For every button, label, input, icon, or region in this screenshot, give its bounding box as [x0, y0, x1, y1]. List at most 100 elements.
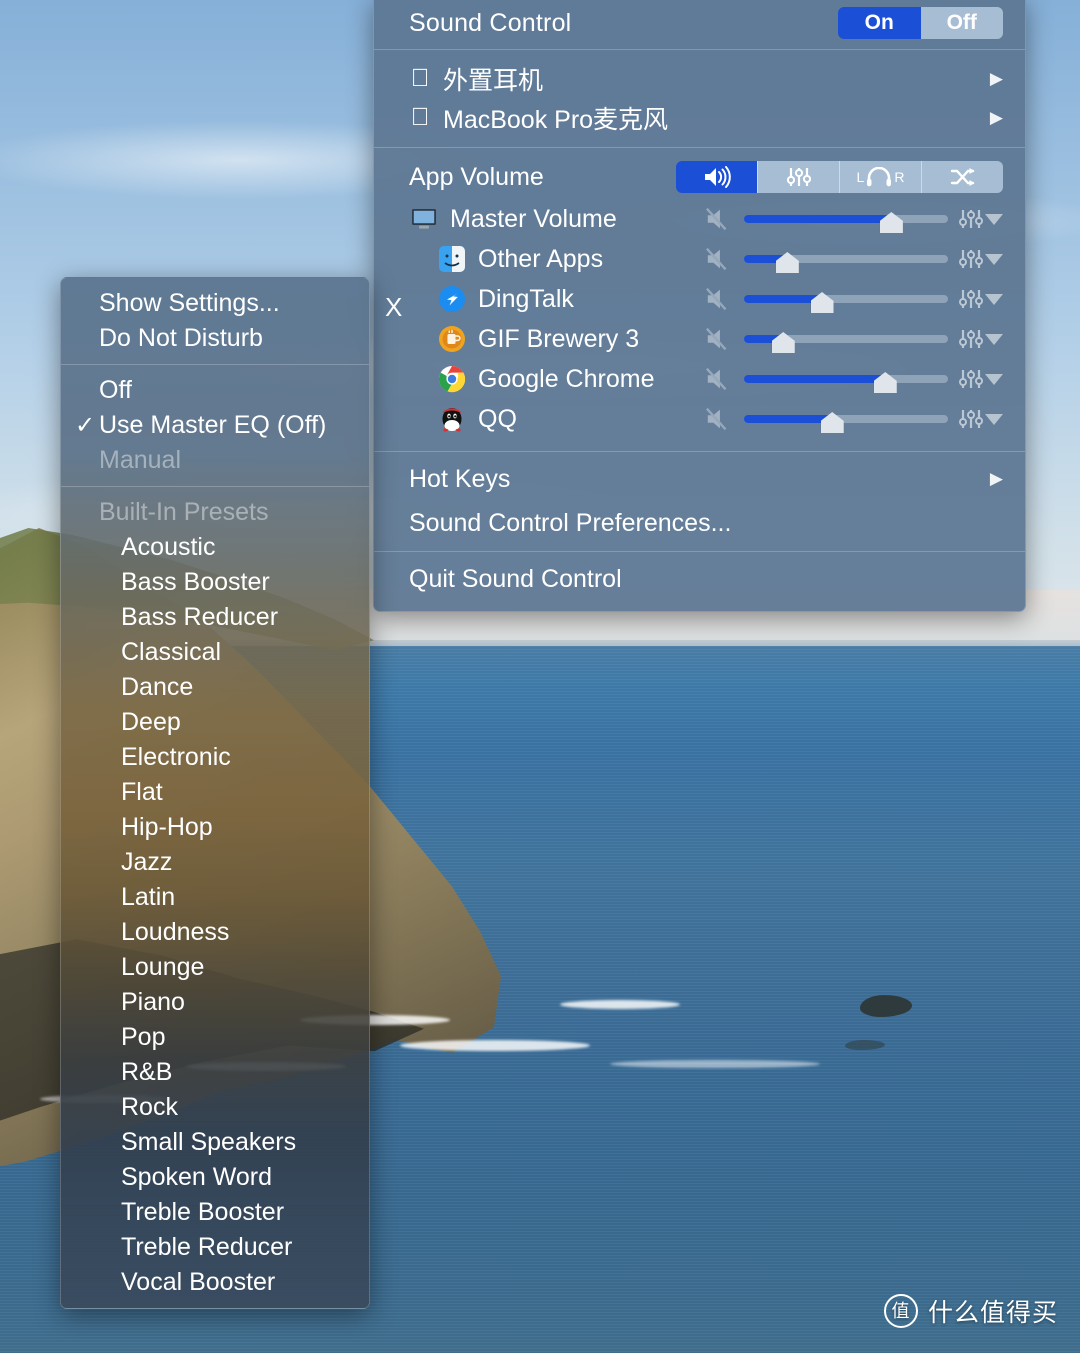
preset-label: Loudness	[121, 918, 230, 946]
row-equalizer-button[interactable]	[959, 408, 1003, 430]
preset-label: Treble Booster	[121, 1198, 285, 1226]
volume-slider-gif-brewery[interactable]	[744, 332, 948, 353]
menu-item-show-settings[interactable]: Show Settings...	[61, 286, 369, 321]
row-equalizer-button[interactable]	[959, 208, 1003, 230]
chevron-down-icon[interactable]	[985, 333, 1003, 345]
watermark: 值 什么值得买	[883, 1293, 1058, 1329]
preset-item-deep[interactable]: Deep	[61, 705, 369, 740]
preset-item-acoustic[interactable]: Acoustic	[61, 530, 369, 565]
qq-icon	[437, 404, 467, 434]
sliders-icon	[959, 330, 983, 348]
preset-item-bass-reducer[interactable]: Bass Reducer	[61, 600, 369, 635]
preset-item-small-speakers[interactable]: Small Speakers	[61, 1125, 369, 1160]
volume-row-qq[interactable]: QQ	[374, 399, 1025, 439]
chevron-down-icon[interactable]	[985, 253, 1003, 265]
menu-item-use-master-eq[interactable]: ✓ Use Master EQ (Off)	[61, 408, 369, 443]
menu-item-label: Show Settings...	[99, 289, 280, 317]
sliders-icon	[959, 410, 983, 428]
menu-item-do-not-disturb[interactable]: Do Not Disturb	[61, 321, 369, 356]
menu-item-label: Off	[99, 376, 132, 404]
volume-row-other-apps[interactable]: Other Apps	[374, 239, 1025, 279]
preset-item-treble-reducer[interactable]: Treble Reducer	[61, 1230, 369, 1265]
volume-slider-other-apps[interactable]	[744, 252, 948, 273]
mute-icon[interactable]	[705, 366, 733, 392]
preset-label: Hip-Hop	[121, 813, 213, 841]
app-volume-header: App Volume L R	[374, 155, 1025, 199]
preset-label: Rock	[121, 1093, 178, 1121]
power-toggle-off[interactable]: Off	[920, 7, 1003, 39]
surf-foam	[560, 1000, 680, 1009]
volume-slider-master[interactable]	[744, 212, 948, 233]
dingtalk-icon	[437, 284, 467, 314]
menu-item-quit[interactable]: Quit Sound Control	[374, 557, 1025, 601]
chevron-down-icon[interactable]	[985, 293, 1003, 305]
segment-balance-mode[interactable]: L R	[839, 161, 921, 193]
balance-right-label: R	[894, 169, 905, 185]
volume-slider-qq[interactable]	[744, 412, 948, 433]
sliders-icon	[959, 210, 983, 228]
mute-icon[interactable]	[705, 246, 733, 272]
preset-item-dance[interactable]: Dance	[61, 670, 369, 705]
menu-item-output-device[interactable]:  外置耳机 ▶	[374, 59, 1025, 98]
segment-shuffle-mode[interactable]	[921, 161, 1003, 193]
preset-label: Pop	[121, 1023, 166, 1051]
row-equalizer-button[interactable]	[959, 368, 1003, 390]
surf-foam	[400, 1040, 590, 1051]
screen: 值 什么值得买 Sound Control On Off  外置耳机 ▶  …	[0, 0, 1080, 1353]
preset-label: Bass Booster	[121, 568, 270, 596]
chevron-down-icon[interactable]	[985, 373, 1003, 385]
preset-item-spoken-word[interactable]: Spoken Word	[61, 1160, 369, 1195]
menu-item-preferences[interactable]: Sound Control Preferences...	[374, 501, 1025, 545]
mute-icon[interactable]	[705, 286, 733, 312]
preset-item-rnb[interactable]: R&B	[61, 1055, 369, 1090]
watermark-badge-icon: 值	[883, 1294, 918, 1328]
preset-item-classical[interactable]: Classical	[61, 635, 369, 670]
chrome-icon	[437, 364, 467, 394]
mute-icon[interactable]	[705, 406, 733, 432]
menu-item-input-device[interactable]:  MacBook Pro麦克风 ▶	[374, 98, 1025, 137]
chevron-down-icon[interactable]	[985, 213, 1003, 225]
chevron-right-icon: ▶	[989, 107, 1003, 127]
close-app-row-button[interactable]: X	[385, 292, 402, 323]
preset-item-jazz[interactable]: Jazz	[61, 845, 369, 880]
preset-item-piano[interactable]: Piano	[61, 985, 369, 1020]
volume-row-dingtalk[interactable]: DingTalk	[374, 279, 1025, 319]
apple-logo-icon: 	[409, 66, 431, 91]
power-toggle-on[interactable]: On	[838, 7, 921, 39]
row-equalizer-button[interactable]	[959, 248, 1003, 270]
menu-item-label: Sound Control Preferences...	[409, 508, 732, 537]
preset-item-hip-hop[interactable]: Hip-Hop	[61, 810, 369, 845]
row-equalizer-button[interactable]	[959, 328, 1003, 350]
section-header-label: Built-In Presets	[99, 498, 269, 526]
power-toggle[interactable]: On Off	[838, 7, 1003, 39]
preset-item-latin[interactable]: Latin	[61, 880, 369, 915]
volume-slider-google-chrome[interactable]	[744, 372, 948, 393]
menu-item-eq-off[interactable]: Off	[61, 373, 369, 408]
preset-item-rock[interactable]: Rock	[61, 1090, 369, 1125]
preset-item-lounge[interactable]: Lounge	[61, 950, 369, 985]
volume-row-master[interactable]: Master Volume	[374, 199, 1025, 239]
chevron-right-icon: ▶	[989, 68, 1003, 88]
sliders-icon	[959, 290, 983, 308]
preset-item-electronic[interactable]: Electronic	[61, 740, 369, 775]
volume-row-gif-brewery[interactable]: GIF Brewery 3	[374, 319, 1025, 359]
volume-slider-dingtalk[interactable]	[744, 292, 948, 313]
preset-item-bass-booster[interactable]: Bass Booster	[61, 565, 369, 600]
segment-equalizer-mode[interactable]	[757, 161, 839, 193]
app-name: Other Apps	[478, 244, 604, 273]
mute-icon[interactable]	[705, 326, 733, 352]
preset-item-loudness[interactable]: Loudness	[61, 915, 369, 950]
menu-item-label: Do Not Disturb	[99, 324, 263, 352]
preset-item-treble-booster[interactable]: Treble Booster	[61, 1195, 369, 1230]
menu-item-hot-keys[interactable]: Hot Keys ▶	[374, 457, 1025, 501]
balance-left-label: L	[856, 169, 865, 185]
volume-row-google-chrome[interactable]: Google Chrome	[374, 359, 1025, 399]
preset-item-vocal-booster[interactable]: Vocal Booster	[61, 1265, 369, 1300]
segment-volume-mode[interactable]	[676, 161, 757, 193]
app-volume-mode-segmented-control[interactable]: L R	[676, 161, 1003, 193]
preset-item-pop[interactable]: Pop	[61, 1020, 369, 1055]
mute-icon[interactable]	[705, 206, 733, 232]
row-equalizer-button[interactable]	[959, 288, 1003, 310]
chevron-down-icon[interactable]	[985, 413, 1003, 425]
preset-item-flat[interactable]: Flat	[61, 775, 369, 810]
